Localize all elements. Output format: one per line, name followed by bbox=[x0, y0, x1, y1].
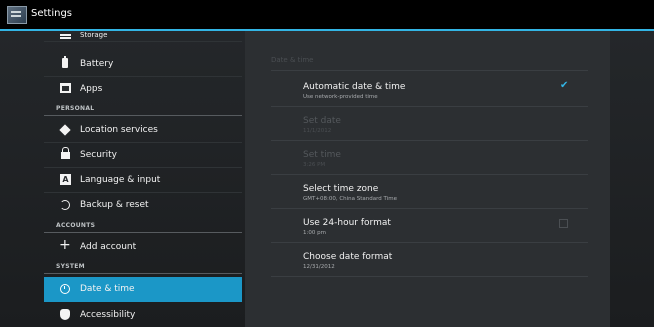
checkmark-icon: ✔ bbox=[560, 80, 569, 91]
sidebar-item-language-input[interactable]: A Language & input bbox=[44, 168, 242, 193]
setting-set-time: Set time 3:26 PM bbox=[271, 141, 588, 175]
hand-icon bbox=[60, 309, 70, 320]
sidebar-item-accessibility[interactable]: Accessibility bbox=[44, 303, 242, 327]
sidebar-item-label: Backup & reset bbox=[80, 200, 149, 210]
sidebar-item-label: Accessibility bbox=[80, 310, 136, 320]
setting-title: Automatic date & time bbox=[303, 82, 406, 92]
sidebar-item-label: Battery bbox=[80, 59, 114, 69]
sidebar-item-backup-reset[interactable]: Backup & reset bbox=[44, 193, 242, 218]
section-header-accounts: ACCOUNTS bbox=[44, 219, 242, 233]
setting-summary: Use network-provided time bbox=[303, 94, 378, 100]
language-icon: A bbox=[60, 174, 71, 185]
setting-title: Select time zone bbox=[303, 184, 379, 194]
section-header-personal: PERSONAL bbox=[44, 102, 242, 116]
sidebar-item-location-services[interactable]: Location services bbox=[44, 118, 242, 143]
setting-summary: 1:00 pm bbox=[303, 230, 326, 236]
sidebar-item-add-account[interactable]: + Add account bbox=[44, 235, 242, 260]
app-title: Settings bbox=[31, 8, 73, 19]
sidebar-item-date-time[interactable]: Date & time bbox=[44, 277, 242, 302]
sidebar-item-label: Language & input bbox=[80, 175, 161, 185]
sidebar-item-label: Add account bbox=[80, 242, 137, 252]
section-header-system: SYSTEM bbox=[44, 260, 242, 274]
detail-section-title: Date & time bbox=[271, 56, 314, 64]
setting-title: Use 24-hour format bbox=[303, 218, 391, 228]
setting-title: Set date bbox=[303, 116, 341, 126]
sidebar-item-label: Location services bbox=[80, 125, 158, 135]
settings-window: Settings Storage Battery Apps PERSONAL L… bbox=[0, 0, 654, 327]
settings-sidebar[interactable]: Storage Battery Apps PERSONAL Location s… bbox=[44, 31, 245, 327]
setting-summary: GMT+08:00, China Standard Time bbox=[303, 196, 398, 202]
action-bar: Settings bbox=[0, 0, 654, 31]
plus-icon: + bbox=[59, 237, 71, 253]
battery-icon bbox=[62, 56, 68, 68]
section-header-label: PERSONAL bbox=[56, 105, 95, 112]
apps-icon bbox=[60, 83, 71, 93]
clock-icon bbox=[60, 284, 70, 294]
sidebar-item-battery[interactable]: Battery bbox=[44, 52, 242, 77]
setting-summary: 11/1/2012 bbox=[303, 128, 332, 134]
sidebar-item-label: Storage bbox=[80, 31, 108, 39]
setting-set-date: Set date 11/1/2012 bbox=[271, 107, 588, 141]
setting-automatic-date-time[interactable]: Automatic date & time Use network-provid… bbox=[271, 73, 588, 107]
backup-icon bbox=[60, 200, 70, 210]
automatic-date-time-checkbox[interactable]: ✔ bbox=[559, 80, 569, 92]
setting-select-time-zone[interactable]: Select time zone GMT+08:00, China Standa… bbox=[271, 175, 588, 209]
storage-icon bbox=[60, 34, 71, 36]
settings-app-icon[interactable] bbox=[7, 6, 27, 24]
setting-summary: 12/31/2012 bbox=[303, 264, 335, 270]
sidebar-item-label: Security bbox=[80, 150, 117, 160]
sidebar-item-apps[interactable]: Apps bbox=[44, 77, 242, 102]
divider bbox=[271, 70, 588, 71]
section-header-label: ACCOUNTS bbox=[56, 222, 96, 229]
setting-use-24-hour-format[interactable]: Use 24-hour format 1:00 pm bbox=[271, 209, 588, 243]
section-header-label: SYSTEM bbox=[56, 263, 85, 270]
location-icon bbox=[59, 124, 71, 136]
use-24-hour-format-checkbox[interactable] bbox=[559, 219, 568, 228]
sidebar-item-label: Apps bbox=[80, 84, 103, 94]
date-time-detail-pane: Date & time Automatic date & time Use ne… bbox=[245, 31, 610, 327]
content-area: Storage Battery Apps PERSONAL Location s… bbox=[0, 31, 654, 327]
sidebar-item-storage[interactable]: Storage bbox=[44, 31, 242, 42]
setting-choose-date-format[interactable]: Choose date format 12/31/2012 bbox=[271, 243, 588, 277]
sidebar-item-label: Date & time bbox=[80, 284, 135, 294]
setting-summary: 3:26 PM bbox=[303, 162, 326, 168]
setting-title: Set time bbox=[303, 150, 341, 160]
lock-icon bbox=[61, 147, 70, 159]
sidebar-item-security[interactable]: Security bbox=[44, 143, 242, 168]
setting-title: Choose date format bbox=[303, 252, 393, 262]
